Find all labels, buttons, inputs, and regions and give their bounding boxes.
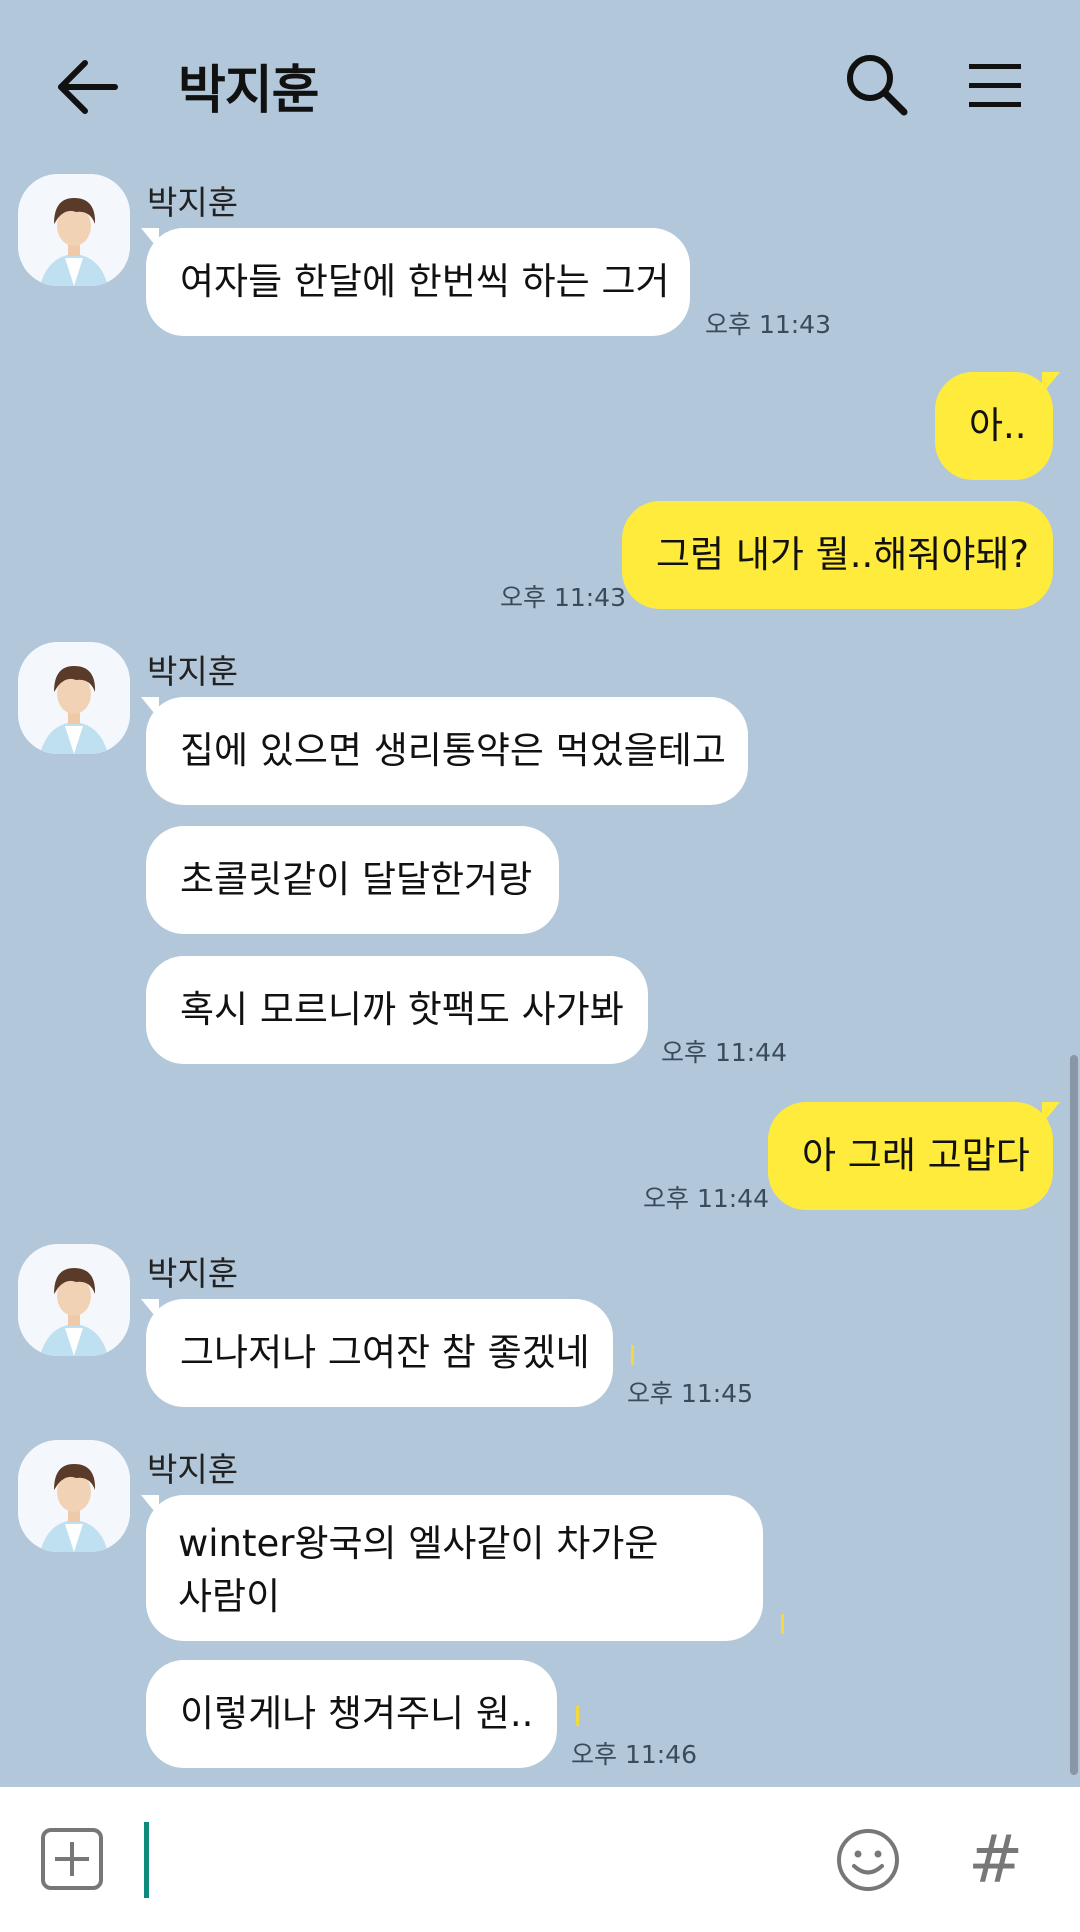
message-timestamp: 오후 11:45 [627, 1379, 753, 1408]
incoming-message-bubble[interactable]: 여자들 한달에 한번씩 하는 그거 [146, 228, 690, 336]
incoming-message-bubble[interactable]: 이렇게나 챙겨주니 원.. [146, 1660, 557, 1768]
emoji-button[interactable] [835, 1827, 901, 1893]
unread-marker [576, 1706, 579, 1726]
profile-photo-icon [18, 1244, 130, 1356]
back-button[interactable] [55, 55, 125, 120]
message-timestamp: 오후 11:46 [571, 1740, 697, 1769]
profile-photo-icon [18, 1440, 130, 1552]
profile-photo-icon [18, 642, 130, 754]
chat-title: 박지훈 [178, 61, 320, 121]
sender-name: 박지훈 [147, 183, 239, 222]
message-line: 사람이 [178, 1575, 281, 1618]
sender-name: 박지훈 [147, 1450, 239, 1489]
bubble-tail [1042, 372, 1060, 394]
bubble-tail [1042, 1102, 1060, 1124]
search-button[interactable] [842, 50, 912, 120]
message-input-bar: # [0, 1787, 1080, 1932]
hashtag-button[interactable]: # [968, 1815, 1023, 1905]
incoming-message-bubble[interactable]: 그나저나 그여잔 참 좋겠네 [146, 1299, 613, 1407]
message-timestamp: 오후 11:44 [661, 1038, 787, 1067]
plus-box-icon [41, 1828, 103, 1890]
message-timestamp: 오후 11:43 [500, 583, 626, 612]
avatar[interactable] [18, 642, 130, 754]
hamburger-menu-icon [969, 64, 1021, 107]
attach-button[interactable] [40, 1827, 104, 1891]
message-timestamp: 오후 11:43 [705, 310, 831, 339]
chat-header: 박지훈 [0, 0, 1080, 165]
sender-name: 박지훈 [147, 652, 239, 691]
unread-marker [781, 1614, 784, 1634]
scrollbar[interactable] [1070, 1055, 1078, 1775]
avatar[interactable] [18, 174, 130, 286]
incoming-message-bubble[interactable]: 집에 있으면 생리통약은 먹었을테고 [146, 697, 748, 805]
incoming-message-bubble[interactable]: winter왕국의 엘사같이 차가운 사람이 [146, 1495, 763, 1641]
emoji-smile-icon [837, 1829, 899, 1891]
unread-marker [631, 1345, 634, 1365]
text-cursor [144, 1822, 149, 1898]
arrow-left-icon [58, 60, 118, 114]
profile-photo-icon [18, 174, 130, 286]
outgoing-message-bubble[interactable]: 아.. [935, 372, 1053, 480]
search-icon [847, 55, 908, 116]
outgoing-message-bubble[interactable]: 그럼 내가 뭘..해줘야돼? [622, 501, 1053, 609]
message-line: winter왕국의 엘사같이 차가운 [178, 1522, 659, 1565]
message-input[interactable] [140, 1809, 804, 1911]
sender-name: 박지훈 [147, 1254, 239, 1293]
outgoing-message-bubble[interactable]: 아 그래 고맙다 [768, 1102, 1053, 1210]
avatar[interactable] [18, 1244, 130, 1356]
avatar[interactable] [18, 1440, 130, 1552]
menu-button[interactable] [965, 58, 1025, 113]
message-timestamp: 오후 11:44 [643, 1184, 769, 1213]
incoming-message-bubble[interactable]: 초콜릿같이 달달한거랑 [146, 826, 559, 934]
incoming-message-bubble[interactable]: 혹시 모르니까 핫팩도 사가봐 [146, 956, 648, 1064]
